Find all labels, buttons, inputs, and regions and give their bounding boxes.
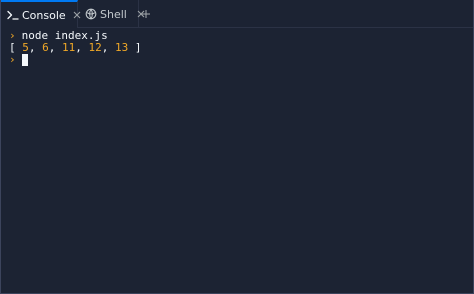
plus-icon: [141, 4, 151, 23]
shell-icon: [85, 7, 97, 21]
array-separator: ,: [101, 41, 115, 54]
tab-console-label: Console: [22, 8, 66, 22]
tab-bar: Console Shell: [1, 0, 473, 28]
array-close: ]: [128, 41, 142, 54]
terminal-output[interactable]: › node index.js [ 5, 6, 11, 12, 13 ] ›: [9, 30, 465, 66]
add-tab-button[interactable]: [140, 7, 152, 19]
array-value: 13: [115, 41, 129, 54]
tab-console[interactable]: Console: [1, 0, 81, 28]
repl-pane: Console Shell › node index.js [5 , 6 , …: [0, 0, 474, 294]
array-value: 6: [42, 41, 49, 54]
text-cursor: [21, 54, 28, 66]
array-value: 5: [22, 41, 29, 54]
prompt-symbol: ›: [9, 53, 16, 66]
input-line[interactable]: ›: [9, 54, 465, 66]
tab-shell-label: Shell: [100, 7, 127, 21]
tab-shell[interactable]: Shell: [79, 0, 145, 28]
array-separator: ,: [75, 41, 89, 54]
array-separator: ,: [48, 41, 62, 54]
output-line: [ 5, 6, 11, 12, 13 ]: [9, 42, 465, 54]
terminal-icon: [7, 8, 19, 22]
array-separator: ,: [28, 41, 43, 54]
array-value: 12: [88, 41, 102, 54]
array-value: 11: [62, 41, 76, 54]
